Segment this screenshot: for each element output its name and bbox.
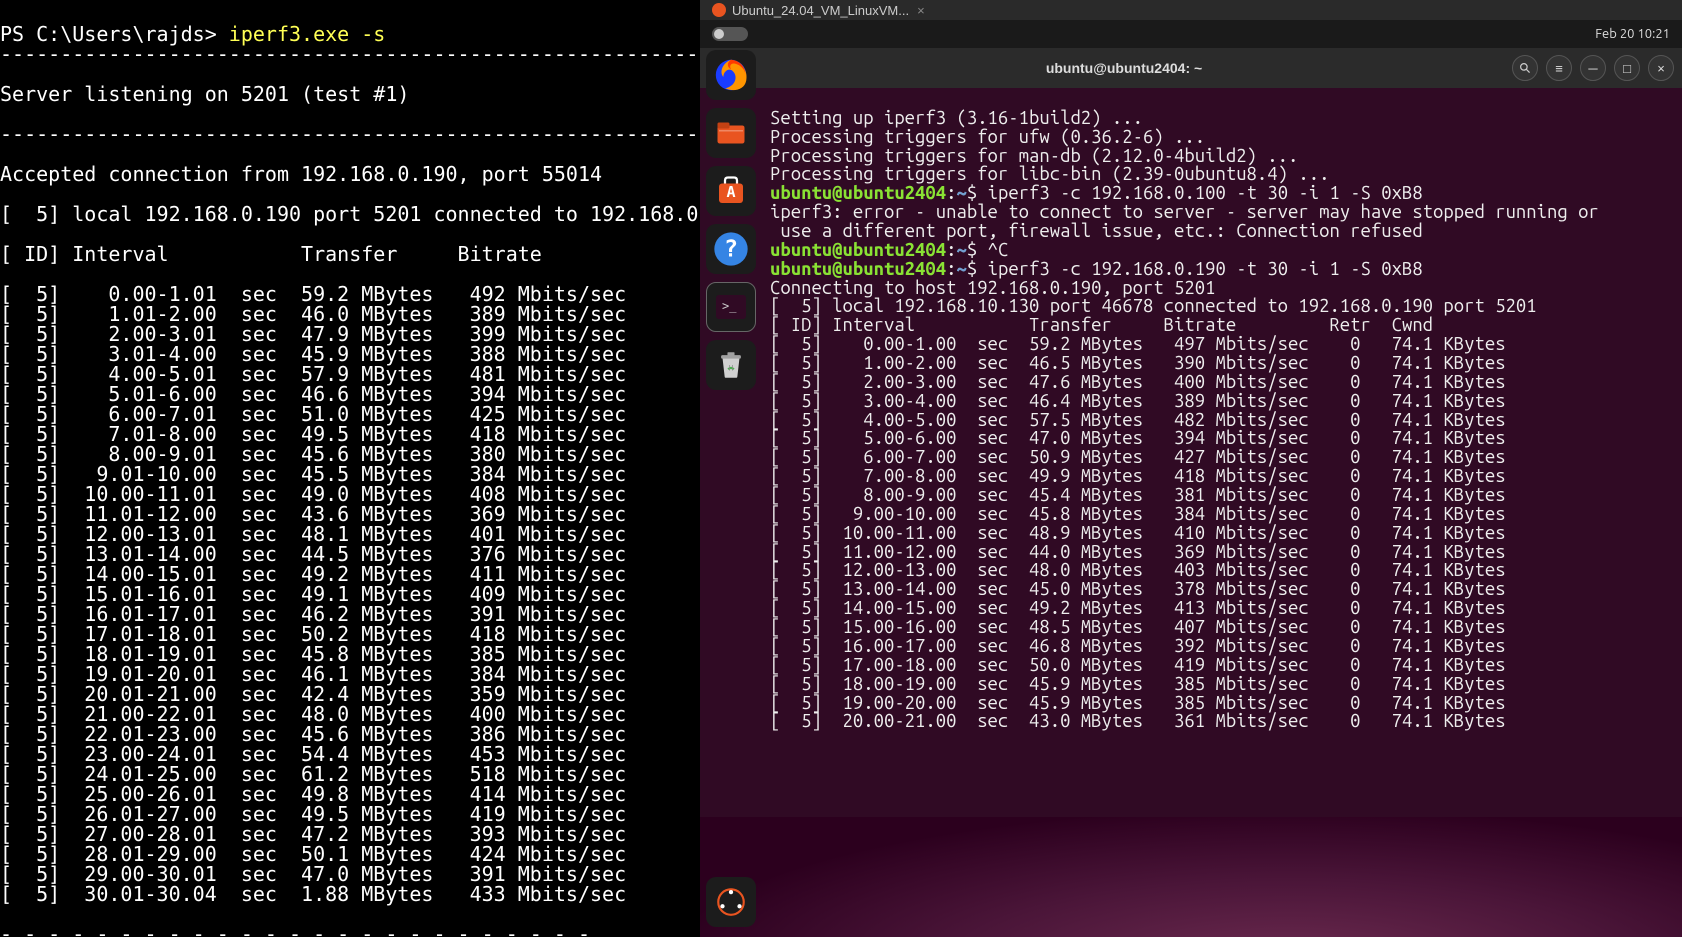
files-icon[interactable] [706,108,756,158]
maximize-button[interactable]: □ [1614,55,1640,81]
terminal-header: ubuntu@ubuntu2404: ~ ≡ ─ □ × [700,48,1682,88]
dash-line-1: ----------------------------------------… [0,44,700,64]
svg-text:A: A [726,183,735,201]
firefox-icon[interactable] [706,50,756,100]
ctrl-c: ^C [988,240,1009,260]
vm-tab-label: Ubuntu_24.04_VM_LinuxVM... [732,3,909,18]
local-line: [ 5] local 192.168.0.190 port 5201 conne… [0,204,700,224]
terminal-icon[interactable]: >_ [706,282,756,332]
local-line: [ 5] local 192.168.10.130 port 46678 con… [770,296,1537,316]
spaced-dashes: - - - - - - - - - - - - - - - - - - - - … [0,924,700,937]
setup-line: Processing triggers for ufw (0.36.2-6) .… [770,127,1205,147]
setup-line: Setting up iperf3 (3.16-1build2) ... [770,108,1143,128]
setup-line: Processing triggers for man-db (2.12.0-4… [770,146,1298,166]
error-line: use a different port, firewall issue, et… [770,221,1423,241]
trash-icon[interactable] [706,340,756,390]
software-icon[interactable]: A [706,166,756,216]
setup-line: Processing triggers for libc-bin (2.39-0… [770,164,1329,184]
header-line: [ ID] Interval Transfer Bitrate Retr Cwn… [770,315,1433,335]
desktop-background [700,817,1682,937]
listen-line: Server listening on 5201 (test #1) [0,84,700,104]
terminal-output[interactable]: Setting up iperf3 (3.16-1build2) ... Pro… [700,88,1682,937]
terminal-title: ubuntu@ubuntu2404: ~ [744,60,1504,76]
menu-button[interactable]: ≡ [1546,55,1572,81]
ubuntu-vm-window: Ubuntu_24.04_VM_LinuxVM... × Feb 20 10:2… [700,0,1682,937]
close-button[interactable]: × [1648,55,1674,81]
header-line: [ ID] Interval Transfer Bitrate [0,244,700,264]
vm-tab[interactable]: Ubuntu_24.04_VM_LinuxVM... × [700,0,1682,20]
activities-pill[interactable] [712,27,748,41]
gnome-topbar[interactable]: Feb 20 10:21 [700,20,1682,48]
dash-line-2: ----------------------------------------… [0,124,700,144]
search-button[interactable] [1512,55,1538,81]
error-line: iperf3: error - unable to connect to ser… [770,202,1599,222]
svg-text:?: ? [724,235,738,263]
cmd1: iperf3 -c 192.168.0.100 -t 30 -i 1 -S 0x… [988,183,1423,203]
bash-prompt: ubuntu@ubuntu2404 [770,240,946,260]
ubuntu-dock: A ? >_ [706,50,762,390]
svg-text:>_: >_ [722,299,737,313]
help-icon[interactable]: ? [706,224,756,274]
cmd2: iperf3 -c 192.168.0.190 -t 30 -i 1 -S 0x… [988,259,1423,279]
close-icon[interactable]: × [917,3,925,18]
accepted-line: Accepted connection from 192.168.0.190, … [0,164,700,184]
bash-prompt: ubuntu@ubuntu2404 [770,183,946,203]
minimize-button[interactable]: ─ [1580,55,1606,81]
connecting-line: Connecting to host 192.168.0.190, port 5… [770,278,1215,298]
clock[interactable]: Feb 20 10:21 [1595,27,1670,41]
ubuntu-icon [712,3,726,17]
iperf-rows: [ 5] 0.00-1.00 sec 59.2 MBytes 497 Mbits… [770,334,1506,731]
powershell-window[interactable]: PS C:\Users\rajds> iperf3.exe -s -------… [0,0,700,937]
show-apps-icon[interactable] [706,877,756,927]
bash-prompt: ubuntu@ubuntu2404 [770,259,946,279]
iperf-rows: [ 5] 0.00-1.01 sec 59.2 MBytes 492 Mbits… [0,284,700,904]
